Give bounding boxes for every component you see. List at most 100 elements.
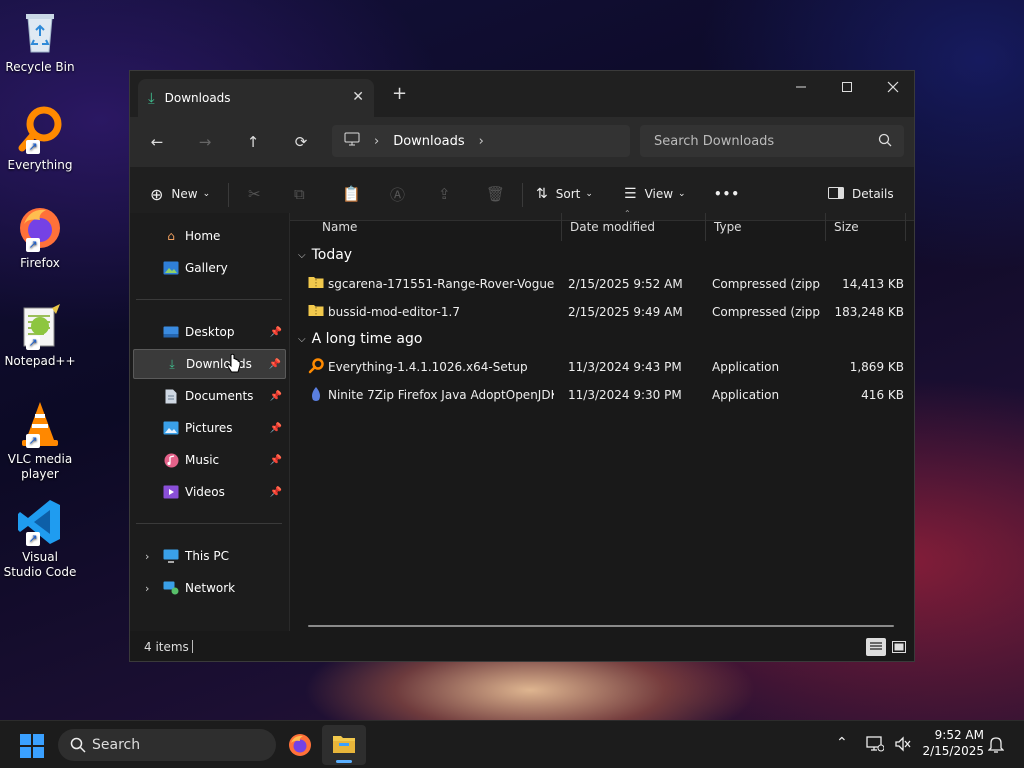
column-header-date[interactable]: Date modified ⌃ [562,209,706,241]
folder-icon [333,736,355,753]
details-view-toggle-icon[interactable] [866,638,886,656]
sort-button[interactable]: ⇅ Sort ⌄ [536,181,593,207]
back-button[interactable]: ← [146,131,168,153]
new-button[interactable]: ⊕ New ⌄ [150,181,210,207]
sidebar-item-gallery[interactable]: Gallery [133,253,286,283]
network-status-icon[interactable] [866,736,885,755]
sidebar-item-desktop[interactable]: Desktop 📌 [133,317,286,347]
more-icon: ••• [714,187,741,201]
rename-icon: Ⓐ [390,185,406,204]
column-header-label: Size [834,220,859,234]
group-header-today[interactable]: ⌵ Today [298,247,352,263]
column-header-type[interactable]: Type [706,213,826,241]
tiles-view-toggle-icon[interactable] [890,638,908,656]
close-window-button[interactable] [870,71,914,103]
taskbar: Search ⌃ 9:52 AM 2/15/2025 [0,720,1024,768]
sidebar-item-network[interactable]: › Network [133,573,286,603]
desktop-icon-vscode[interactable]: ↗ Visual Studio Code [2,498,78,580]
maximize-button[interactable] [824,71,870,103]
more-options-button[interactable]: ••• [714,181,740,207]
refresh-button[interactable]: ⟳ [290,131,312,153]
sort-button-label: Sort [555,187,581,201]
paste-button[interactable]: 📋 [342,181,361,207]
file-row[interactable]: Everything-1.4.1.1026.x64-Setup 11/3/202… [308,354,904,380]
up-button[interactable]: ↑ [242,131,264,153]
close-tab-icon[interactable]: ✕ [352,89,364,105]
desktop-icon-recycle-bin[interactable]: Recycle Bin [2,8,78,75]
volume-muted-icon[interactable] [894,736,912,755]
horizontal-scrollbar[interactable] [308,625,894,627]
taskbar-firefox[interactable] [288,733,312,760]
sidebar-item-label: Home [185,229,221,243]
home-icon: ⌂ [167,229,175,243]
desktop-icon-label: Recycle Bin [5,60,75,74]
chevron-down-icon: ⌵ [298,249,306,261]
start-button[interactable] [20,734,44,761]
breadcrumb-downloads[interactable]: Downloads [393,134,464,149]
desktop-icon-notepadpp[interactable]: ↗ Notepad++ [2,302,78,369]
sidebar-item-label: Pictures [185,421,233,435]
delete-button[interactable]: 🗑 [486,181,505,207]
pin-icon[interactable]: 📌 [270,327,282,338]
file-name: bussid-mod-editor-1.7 [328,305,460,319]
sidebar-item-pictures[interactable]: Pictures 📌 [133,413,286,443]
sidebar-item-videos[interactable]: Videos 📌 [133,477,286,507]
pin-icon[interactable]: 📌 [270,423,282,434]
sidebar-item-music[interactable]: Music 📌 [133,445,286,475]
details-pane-button[interactable]: Details [828,181,894,207]
sidebar-item-this-pc[interactable]: › This PC [133,541,286,571]
column-header-name[interactable]: Name [314,213,562,241]
chevron-right-icon[interactable]: › [145,550,149,563]
file-type: Compressed (zipp... [712,305,820,319]
sidebar-item-downloads[interactable]: ⤓ Downloads 📌 [133,349,286,379]
notification-bell-icon[interactable] [987,736,1005,757]
file-row[interactable]: sgcarena-171551-Range-Rover-Vogue-A... 2… [308,271,904,297]
minimize-button[interactable] [778,71,824,103]
file-row[interactable]: bussid-mod-editor-1.7 2/15/2025 9:49 AM … [308,299,904,325]
sidebar-item-label: Gallery [185,261,228,275]
videos-icon [163,484,179,500]
pin-icon[interactable]: 📌 [270,455,282,466]
taskbar-search[interactable]: Search [58,729,276,761]
chevron-right-icon[interactable]: › [479,134,484,149]
windows-logo-icon [20,734,44,758]
pin-icon[interactable]: 📌 [269,359,281,370]
chevron-right-icon: › [374,133,380,149]
group-header-long-ago[interactable]: ⌵ A long time ago [298,331,422,347]
file-row[interactable]: Ninite 7Zip Firefox Java AdoptOpenJDK x.… [308,382,904,408]
chevron-right-icon[interactable]: › [145,582,149,595]
pin-icon[interactable]: 📌 [270,487,282,498]
clipboard-icon: 📋 [342,185,361,203]
search-downloads-input[interactable]: Search Downloads [640,125,904,157]
desktop-icon-vlc[interactable]: ↗ VLC media player [2,400,78,482]
notepadpp-icon: ↗ [16,302,64,350]
search-placeholder: Search Downloads [654,133,775,149]
new-tab-button[interactable]: + [392,83,407,104]
sort-arrows-icon: ⇅ [536,186,548,202]
cut-button[interactable]: ✂ [248,181,261,207]
clock[interactable]: 9:52 AM 2/15/2025 [922,727,984,759]
taskbar-file-explorer[interactable] [322,725,366,765]
share-button[interactable]: ⇪ [438,181,451,207]
desktop-icon-everything[interactable]: ↗ Everything [2,106,78,173]
sidebar-item-home[interactable]: ⌂ Home [133,221,286,251]
desktop-icon-label: VLC media player [7,452,73,481]
column-header-label: Type [714,220,742,234]
address-bar[interactable]: › Downloads › [332,125,630,157]
show-hidden-icons-chevron-icon[interactable]: ⌃ [836,735,848,751]
copy-button[interactable]: ⧉ [294,181,305,207]
forward-button[interactable]: → [194,131,216,153]
file-name: Ninite 7Zip Firefox Java AdoptOpenJDK x.… [328,388,554,402]
rename-button[interactable]: Ⓐ [390,181,405,207]
desktop-icon-firefox[interactable]: ↗ Firefox [2,204,78,271]
everything-search-icon: ↗ [16,106,64,154]
sidebar-item-label: Music [185,453,220,467]
status-bar: 4 items [130,631,914,661]
file-name: Everything-1.4.1.1026.x64-Setup [328,360,528,374]
column-header-size[interactable]: Size [826,213,906,241]
details-pane-icon [828,186,844,202]
view-button[interactable]: ☰ View ⌄ [624,181,686,207]
sidebar-item-documents[interactable]: Documents 📌 [133,381,286,411]
pin-icon[interactable]: 📌 [270,391,282,402]
tab-downloads[interactable]: ⤓ Downloads ✕ [138,79,374,117]
